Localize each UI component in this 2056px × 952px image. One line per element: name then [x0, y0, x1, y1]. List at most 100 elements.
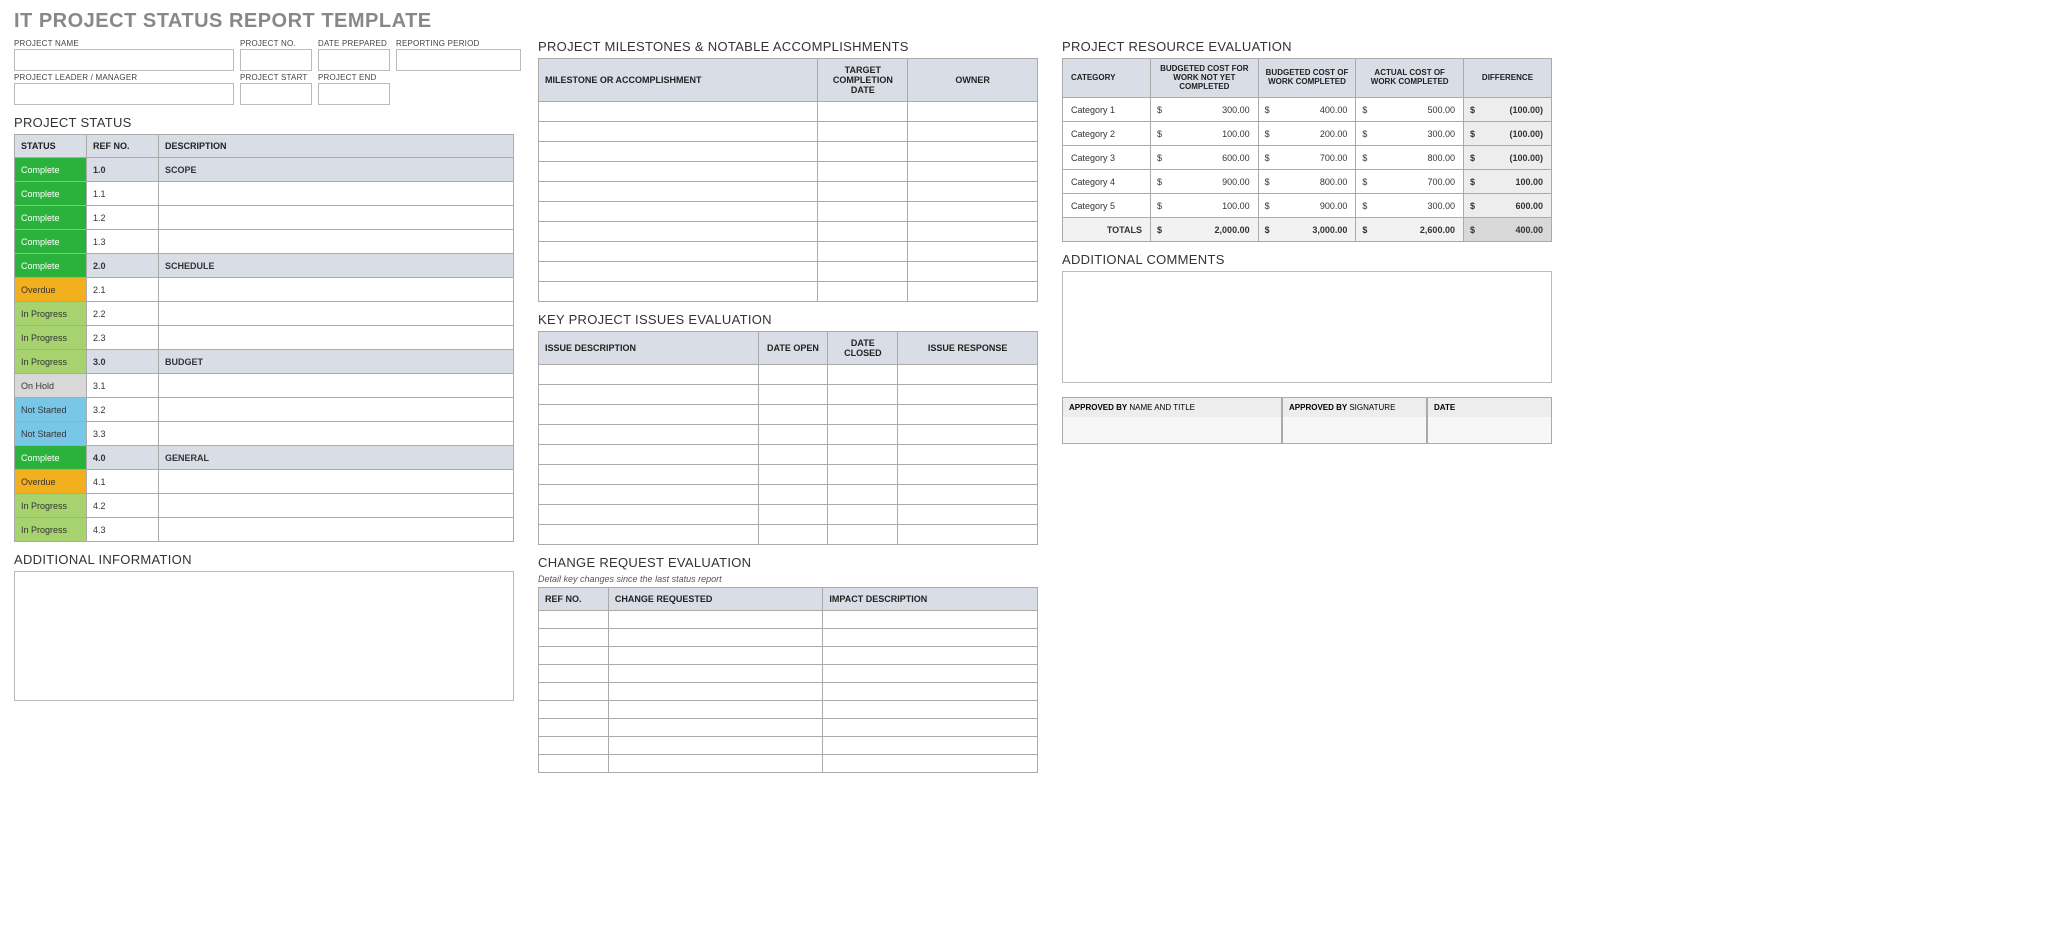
additional-info-box[interactable] — [14, 571, 514, 701]
empty-cell[interactable] — [818, 282, 908, 302]
empty-cell[interactable] — [898, 465, 1038, 485]
empty-cell[interactable] — [539, 647, 609, 665]
form-input[interactable] — [14, 83, 234, 105]
empty-cell[interactable] — [898, 405, 1038, 425]
form-input[interactable] — [396, 49, 521, 71]
desc-cell[interactable] — [159, 422, 514, 446]
desc-cell[interactable] — [159, 518, 514, 542]
desc-cell[interactable] — [159, 230, 514, 254]
empty-cell[interactable] — [758, 445, 828, 465]
desc-cell[interactable] — [159, 326, 514, 350]
empty-cell[interactable] — [539, 505, 759, 525]
status-cell[interactable]: In Progress — [15, 494, 87, 518]
status-cell[interactable]: In Progress — [15, 350, 87, 374]
desc-cell[interactable]: BUDGET — [159, 350, 514, 374]
empty-cell[interactable] — [539, 242, 818, 262]
empty-cell[interactable] — [823, 665, 1038, 683]
empty-cell[interactable] — [539, 122, 818, 142]
empty-cell[interactable] — [823, 683, 1038, 701]
empty-cell[interactable] — [539, 385, 759, 405]
empty-cell[interactable] — [608, 629, 823, 647]
empty-cell[interactable] — [818, 242, 908, 262]
empty-cell[interactable] — [908, 282, 1038, 302]
empty-cell[interactable] — [908, 222, 1038, 242]
desc-cell[interactable] — [159, 182, 514, 206]
empty-cell[interactable] — [908, 142, 1038, 162]
empty-cell[interactable] — [828, 405, 898, 425]
empty-cell[interactable] — [539, 485, 759, 505]
empty-cell[interactable] — [818, 162, 908, 182]
desc-cell[interactable] — [159, 302, 514, 326]
empty-cell[interactable] — [823, 647, 1038, 665]
empty-cell[interactable] — [608, 665, 823, 683]
empty-cell[interactable] — [539, 182, 818, 202]
empty-cell[interactable] — [828, 465, 898, 485]
empty-cell[interactable] — [758, 465, 828, 485]
empty-cell[interactable] — [828, 485, 898, 505]
empty-cell[interactable] — [539, 665, 609, 683]
empty-cell[interactable] — [828, 385, 898, 405]
status-cell[interactable]: In Progress — [15, 302, 87, 326]
form-input[interactable] — [240, 83, 312, 105]
empty-cell[interactable] — [828, 365, 898, 385]
empty-cell[interactable] — [758, 425, 828, 445]
comments-box[interactable] — [1062, 271, 1552, 383]
empty-cell[interactable] — [608, 683, 823, 701]
empty-cell[interactable] — [539, 222, 818, 242]
empty-cell[interactable] — [823, 737, 1038, 755]
empty-cell[interactable] — [539, 525, 759, 545]
approval-date-field[interactable] — [1428, 417, 1551, 443]
empty-cell[interactable] — [908, 102, 1038, 122]
empty-cell[interactable] — [539, 755, 609, 773]
status-cell[interactable]: Overdue — [15, 278, 87, 302]
empty-cell[interactable] — [539, 142, 818, 162]
empty-cell[interactable] — [758, 405, 828, 425]
empty-cell[interactable] — [908, 162, 1038, 182]
empty-cell[interactable] — [539, 445, 759, 465]
empty-cell[interactable] — [818, 182, 908, 202]
empty-cell[interactable] — [539, 611, 609, 629]
empty-cell[interactable] — [828, 505, 898, 525]
empty-cell[interactable] — [828, 425, 898, 445]
empty-cell[interactable] — [539, 425, 759, 445]
approval-name-title-field[interactable] — [1063, 417, 1281, 443]
empty-cell[interactable] — [908, 202, 1038, 222]
status-cell[interactable]: Not Started — [15, 422, 87, 446]
empty-cell[interactable] — [818, 102, 908, 122]
empty-cell[interactable] — [908, 122, 1038, 142]
empty-cell[interactable] — [898, 365, 1038, 385]
status-cell[interactable]: Complete — [15, 446, 87, 470]
status-cell[interactable]: On Hold — [15, 374, 87, 398]
desc-cell[interactable] — [159, 470, 514, 494]
empty-cell[interactable] — [539, 683, 609, 701]
empty-cell[interactable] — [898, 525, 1038, 545]
empty-cell[interactable] — [823, 701, 1038, 719]
desc-cell[interactable]: SCHEDULE — [159, 254, 514, 278]
form-input[interactable] — [240, 49, 312, 71]
empty-cell[interactable] — [758, 525, 828, 545]
empty-cell[interactable] — [608, 701, 823, 719]
empty-cell[interactable] — [818, 142, 908, 162]
empty-cell[interactable] — [539, 282, 818, 302]
status-cell[interactable]: Overdue — [15, 470, 87, 494]
empty-cell[interactable] — [758, 385, 828, 405]
empty-cell[interactable] — [539, 719, 609, 737]
empty-cell[interactable] — [823, 755, 1038, 773]
empty-cell[interactable] — [608, 737, 823, 755]
empty-cell[interactable] — [539, 629, 609, 647]
empty-cell[interactable] — [608, 647, 823, 665]
status-cell[interactable]: Complete — [15, 254, 87, 278]
empty-cell[interactable] — [898, 385, 1038, 405]
status-cell[interactable]: In Progress — [15, 518, 87, 542]
empty-cell[interactable] — [823, 719, 1038, 737]
desc-cell[interactable] — [159, 398, 514, 422]
desc-cell[interactable] — [159, 278, 514, 302]
approval-signature-field[interactable] — [1283, 417, 1426, 443]
empty-cell[interactable] — [608, 755, 823, 773]
form-input[interactable] — [14, 49, 234, 71]
form-input[interactable] — [318, 83, 390, 105]
empty-cell[interactable] — [828, 525, 898, 545]
status-cell[interactable]: Complete — [15, 182, 87, 206]
empty-cell[interactable] — [898, 425, 1038, 445]
desc-cell[interactable]: SCOPE — [159, 158, 514, 182]
